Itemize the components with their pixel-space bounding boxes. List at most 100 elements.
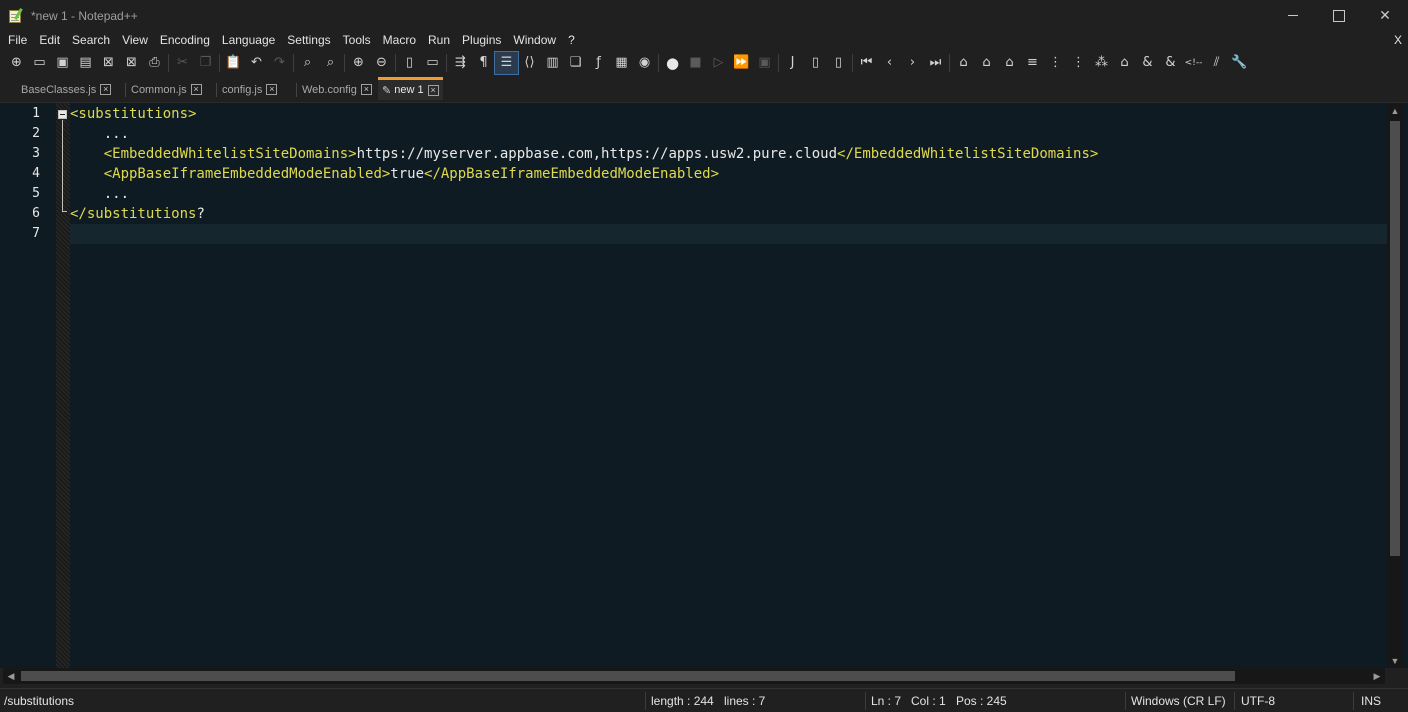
line-number[interactable]: 5 <box>3 184 40 204</box>
new-file-icon[interactable]: ⊕ <box>5 52 28 74</box>
run-macro-multiple-icon[interactable]: ⏩ <box>730 52 753 74</box>
play-macro-icon[interactable]: ▷ <box>707 52 730 74</box>
cut-icon[interactable]: ✂ <box>171 52 194 74</box>
menu-plugins[interactable]: Plugins <box>456 31 507 50</box>
scroll-down-icon[interactable]: ▼ <box>1387 653 1403 669</box>
line-number[interactable]: 3 <box>3 144 40 164</box>
last-icon[interactable]: ⏭ <box>924 52 947 74</box>
code-area[interactable]: <substitutions> ... <EmbeddedWhitelistSi… <box>70 103 1387 669</box>
sync-vertical-icon[interactable]: ▯ <box>398 52 421 74</box>
menu-language[interactable]: Language <box>216 31 281 50</box>
code-line[interactable]: <AppBaseIframeEmbeddedModeEnabled>true</… <box>70 164 1387 184</box>
line-number[interactable]: 6 <box>3 204 40 224</box>
indent-guide-icon[interactable]: ☰ <box>494 50 519 75</box>
print-icon[interactable]: ⎙ <box>143 52 166 74</box>
comment-icon[interactable]: <!-- <box>1182 52 1205 74</box>
editor-pane[interactable]: 1234567 <substitutions> ... <EmbeddedWhi… <box>0 102 1408 669</box>
folder-as-workspace-icon[interactable]: ▦ <box>610 52 633 74</box>
line-number[interactable]: 1 <box>3 104 40 124</box>
plugin-j-icon[interactable]: J <box>781 52 804 74</box>
line-number[interactable]: 7 <box>3 224 40 244</box>
plugin-e-icon[interactable]: ⋮ <box>1044 52 1067 74</box>
plugin-h-icon[interactable]: ⌂ <box>1113 52 1136 74</box>
xml-tag-icon[interactable]: ⟨⟩ <box>518 52 541 74</box>
fold-margin[interactable] <box>56 103 70 669</box>
undo-icon[interactable]: ↶ <box>245 52 268 74</box>
plugin-doc2-icon[interactable]: ▯ <box>827 52 850 74</box>
save-all-icon[interactable]: ▤ <box>74 52 97 74</box>
record-macro-icon[interactable]: ● <box>661 52 684 74</box>
close-window-button[interactable]: ✕ <box>1362 0 1408 31</box>
prev-icon[interactable]: ‹ <box>878 52 901 74</box>
plugin-g-icon[interactable]: ⁂ <box>1090 52 1113 74</box>
menu-settings[interactable]: Settings <box>281 31 336 50</box>
first-icon[interactable]: ⏮ <box>855 52 878 74</box>
replace-icon[interactable]: ⌕ <box>319 52 342 74</box>
line-number[interactable]: 2 <box>3 124 40 144</box>
scroll-up-icon[interactable]: ▲ <box>1387 103 1403 119</box>
menu-view[interactable]: View <box>116 31 154 50</box>
line-number[interactable]: 4 <box>3 164 40 184</box>
tab-close-icon[interactable]: × <box>360 84 372 95</box>
fold-toggle-icon[interactable] <box>58 110 67 119</box>
code-line[interactable]: </substitutions? <box>70 204 1387 224</box>
vertical-scroll-thumb[interactable] <box>1390 121 1400 556</box>
doc-list-icon[interactable]: ❏ <box>564 52 587 74</box>
menu-search[interactable]: Search <box>66 31 116 50</box>
status-eol[interactable]: Windows (CR LF) <box>1131 689 1226 712</box>
tab-close-icon[interactable]: × <box>190 84 202 95</box>
ampersand-slash-icon[interactable]: & <box>1159 52 1182 74</box>
tab-close-icon[interactable]: × <box>266 84 278 95</box>
close-document-button[interactable]: X <box>1394 31 1402 50</box>
next-icon[interactable]: › <box>901 52 924 74</box>
menu-file[interactable]: File <box>0 31 33 50</box>
find-icon[interactable]: ⌕ <box>296 52 319 74</box>
menu-edit[interactable]: Edit <box>33 31 66 50</box>
menu-run[interactable]: Run <box>422 31 456 50</box>
copy-icon[interactable]: ❐ <box>194 52 217 74</box>
code-line[interactable] <box>70 224 1387 244</box>
redo-icon[interactable]: ↷ <box>268 52 291 74</box>
plugin-f-icon[interactable]: ⋮ <box>1067 52 1090 74</box>
plugin-d-icon[interactable]: ≡ <box>1021 52 1044 74</box>
menu-tools[interactable]: Tools <box>337 31 377 50</box>
tab-common-js[interactable]: Common.js × <box>131 79 202 100</box>
tab-close-icon[interactable]: × <box>100 84 112 95</box>
zoom-out-icon[interactable]: ⊖ <box>370 52 393 74</box>
plugin-c-icon[interactable]: ⌂ <box>998 52 1021 74</box>
status-encoding[interactable]: UTF-8 <box>1241 689 1275 712</box>
open-file-icon[interactable]: ▭ <box>28 52 51 74</box>
zoom-in-icon[interactable]: ⊕ <box>347 52 370 74</box>
plugin-a-icon[interactable]: ⌂ <box>952 52 975 74</box>
monitoring-icon[interactable]: ◉ <box>633 52 656 74</box>
maximize-button[interactable] <box>1316 0 1362 31</box>
horizontal-scroll-thumb[interactable] <box>21 671 1235 681</box>
show-all-chars-icon[interactable]: ¶ <box>472 52 495 74</box>
stop-macro-icon[interactable]: ■ <box>684 52 707 74</box>
tab-web-config[interactable]: Web.config × <box>302 79 372 100</box>
notepadpp-app-icon[interactable] <box>8 7 24 24</box>
menu-window[interactable]: Window <box>507 31 562 50</box>
ampersand-icon[interactable]: & <box>1136 52 1159 74</box>
tab-new-1[interactable]: ✎ new 1 × <box>378 77 443 100</box>
minimize-button[interactable] <box>1270 0 1316 31</box>
scroll-right-icon[interactable]: ▶ <box>1369 668 1385 684</box>
scroll-left-icon[interactable]: ◀ <box>3 668 19 684</box>
sync-horizontal-icon[interactable]: ▭ <box>421 52 444 74</box>
tab-close-icon[interactable]: × <box>427 84 439 96</box>
code-line[interactable]: <substitutions> <box>70 104 1387 124</box>
doc-map-icon[interactable]: ▥ <box>541 52 564 74</box>
tab-config-js[interactable]: config.js × <box>222 79 278 100</box>
function-list-icon[interactable]: ƒ <box>587 52 610 74</box>
menu-encoding[interactable]: Encoding <box>154 31 216 50</box>
code-line[interactable]: ... <box>70 184 1387 204</box>
word-wrap-icon[interactable]: ⇶ <box>449 52 472 74</box>
code-line[interactable]: ... <box>70 124 1387 144</box>
horizontal-scrollbar[interactable]: ◀ ▶ <box>3 668 1385 684</box>
vertical-scrollbar[interactable]: ▲ ▼ <box>1387 103 1403 669</box>
save-icon[interactable]: ▣ <box>51 52 74 74</box>
status-insert-mode[interactable]: INS <box>1361 689 1381 712</box>
menu-macro[interactable]: Macro <box>377 31 422 50</box>
tab-baseclasses-js[interactable]: BaseClasses.js × <box>21 79 112 100</box>
settings-wrench-icon[interactable]: 🔧 <box>1228 52 1251 74</box>
